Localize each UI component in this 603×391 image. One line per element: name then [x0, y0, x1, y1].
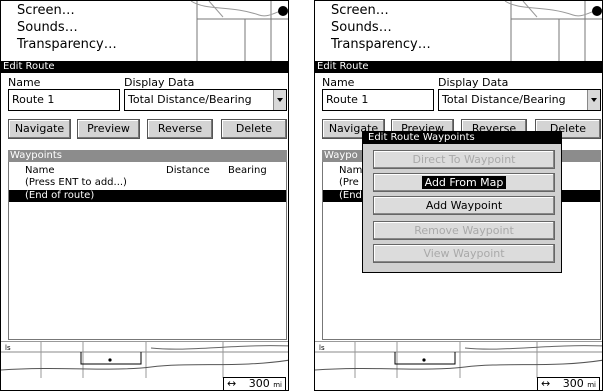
scale-unit: mi	[587, 381, 596, 389]
horizontal-range-icon: ↔	[541, 377, 551, 390]
delete-button[interactable]: Delete	[221, 119, 287, 139]
map-scale: ↔ 300 mi	[223, 377, 286, 390]
column-header-distance: Distance	[166, 165, 210, 176]
menu-item-screen[interactable]: Screen…	[331, 4, 389, 17]
edit-route-screen: Screen… Sounds… Transparency… Edit Route…	[0, 0, 289, 391]
route-name-field[interactable]: Route 1	[8, 89, 120, 111]
map-scale: ↔ 300 mi	[537, 377, 600, 390]
list-item-press-ent[interactable]: (Press ENT to add...)	[9, 177, 286, 189]
background-menu-and-map: Screen… Sounds… Transparency…	[315, 1, 602, 63]
display-data-label: Display Data	[438, 76, 509, 89]
route-name-value: Route 1	[326, 93, 369, 106]
display-data-dropdown[interactable]: Total Distance/Bearing	[438, 89, 601, 111]
route-name-field[interactable]: Route 1	[322, 89, 434, 111]
view-waypoint-button[interactable]: View Waypoint	[373, 244, 555, 263]
display-data-dropdown[interactable]: Total Distance/Bearing	[124, 89, 287, 111]
svg-text:ls: ls	[5, 344, 11, 352]
add-waypoint-button[interactable]: Add Waypoint	[373, 196, 555, 215]
edit-route-waypoints-popup: Edit Route Waypoints Direct To Waypoint …	[362, 131, 562, 273]
column-header-name: Name	[25, 165, 55, 176]
waypoints-header: Waypoints	[8, 150, 287, 162]
menu-item-transparency[interactable]: Transparency…	[331, 38, 431, 51]
menu-item-sounds[interactable]: Sounds…	[17, 21, 78, 34]
background-menu-and-map: Screen… Sounds… Transparency…	[1, 1, 288, 63]
svg-text:ls: ls	[319, 344, 325, 352]
edit-route-screen-with-popup: Screen… Sounds… Transparency… Edit Route…	[314, 0, 603, 391]
chevron-down-icon[interactable]	[587, 90, 600, 110]
edit-route-title: Edit Route	[1, 61, 288, 73]
preview-button[interactable]: Preview	[77, 119, 140, 139]
horizontal-range-icon: ↔	[227, 377, 237, 390]
display-data-value: Total Distance/Bearing	[128, 93, 252, 106]
column-header-bearing: Bearing	[228, 165, 267, 176]
display-data-value: Total Distance/Bearing	[442, 93, 566, 106]
popup-title: Edit Route Waypoints	[363, 132, 561, 144]
list-item-end-of-route[interactable]: (End of route)	[9, 190, 286, 202]
map-background: ls	[315, 342, 602, 378]
column-header-name: Nam	[339, 165, 363, 176]
name-label: Name	[8, 76, 41, 89]
direct-to-waypoint-button[interactable]: Direct To Waypoint	[373, 150, 555, 169]
add-from-map-button[interactable]: Add From Map	[373, 173, 555, 192]
display-data-label: Display Data	[124, 76, 195, 89]
navigate-button[interactable]: Navigate	[8, 119, 71, 139]
map-strip: ls	[315, 341, 602, 378]
map-strip: ls	[1, 341, 288, 378]
menu-item-screen[interactable]: Screen…	[17, 4, 75, 17]
scale-unit: mi	[273, 381, 282, 389]
edit-route-title: Edit Route	[315, 61, 602, 73]
scale-value: 300	[248, 377, 270, 390]
chevron-down-icon[interactable]	[273, 90, 286, 110]
map-background: ls	[1, 342, 288, 378]
scale-value: 300	[562, 377, 584, 390]
name-label: Name	[322, 76, 355, 89]
reverse-button[interactable]: Reverse	[147, 119, 213, 139]
add-from-map-label: Add From Map	[421, 176, 507, 189]
menu-item-transparency[interactable]: Transparency…	[17, 38, 117, 51]
route-name-value: Route 1	[12, 93, 55, 106]
remove-waypoint-button[interactable]: Remove Waypoint	[373, 221, 555, 240]
menu-item-sounds[interactable]: Sounds…	[331, 21, 392, 34]
